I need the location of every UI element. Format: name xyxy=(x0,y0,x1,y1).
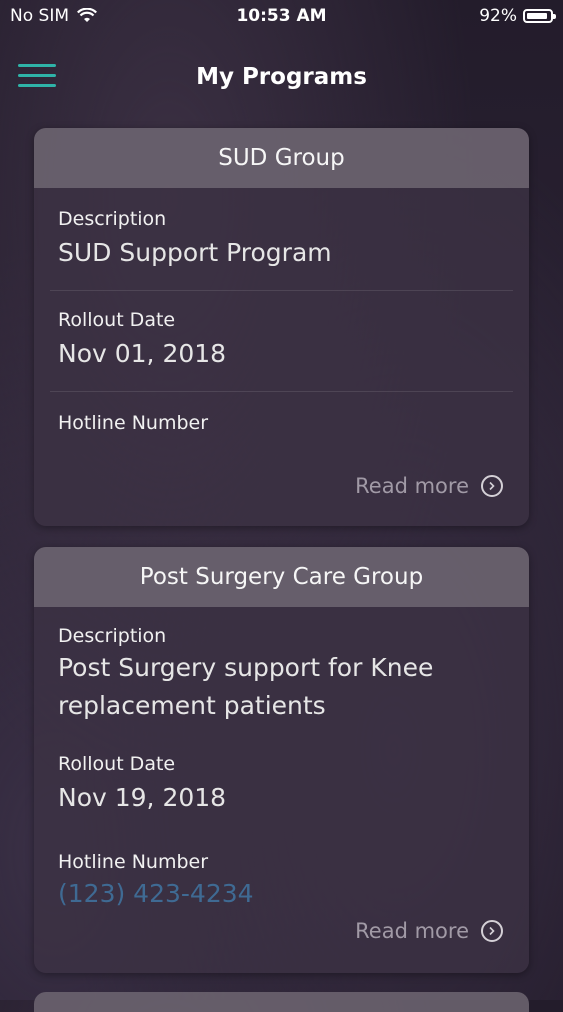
chevron-right-circle-icon xyxy=(481,920,503,942)
status-bar: No SIM 10:53 AM 92% xyxy=(0,0,563,34)
battery-fill xyxy=(527,13,547,19)
rollout-value: Nov 19, 2018 xyxy=(58,783,227,812)
description-label: Description xyxy=(58,208,167,230)
hotline-label: Hotline Number xyxy=(58,412,209,434)
hotline-label: Hotline Number xyxy=(58,851,209,873)
hotline-field: Hotline Number (123) 423-4234 xyxy=(34,817,529,908)
page-title: My Programs xyxy=(196,64,367,90)
read-more-button[interactable]: Read more xyxy=(355,919,503,943)
program-card-sud-group[interactable]: SUD Group Description SUD Support Progra… xyxy=(34,128,529,526)
read-more-label: Read more xyxy=(355,919,469,943)
program-card-header: SUD Group xyxy=(34,128,529,188)
hotline-field: Hotline Number xyxy=(34,392,529,434)
read-more-button[interactable]: Read more xyxy=(355,474,503,498)
nav-bar: My Programs xyxy=(0,48,563,112)
description-value: Post Surgery support for Knee replacemen… xyxy=(58,653,434,720)
rollout-label: Rollout Date xyxy=(58,309,176,331)
hotline-phone-link[interactable]: (123) 423-4234 xyxy=(58,879,505,908)
description-value: SUD Support Program xyxy=(58,238,332,267)
rollout-field: Rollout Date Nov 01, 2018 xyxy=(34,291,529,373)
description-field: Description Post Surgery support for Kne… xyxy=(34,607,529,725)
description-label: Description xyxy=(58,625,167,647)
status-right: 92% xyxy=(479,6,556,26)
battery-icon xyxy=(523,9,556,23)
chevron-right-circle-icon xyxy=(481,475,503,497)
description-field: Description SUD Support Program xyxy=(34,188,529,272)
rollout-field: Rollout Date Nov 19, 2018 xyxy=(34,725,529,817)
rollout-label: Rollout Date xyxy=(58,753,176,775)
battery-percent: 92% xyxy=(479,6,517,26)
program-card-peek[interactable] xyxy=(34,992,529,1012)
program-card-post-surgery[interactable]: Post Surgery Care Group Description Post… xyxy=(34,547,529,973)
rollout-value: Nov 01, 2018 xyxy=(58,339,227,368)
read-more-label: Read more xyxy=(355,474,469,498)
program-card-header: Post Surgery Care Group xyxy=(34,547,529,607)
